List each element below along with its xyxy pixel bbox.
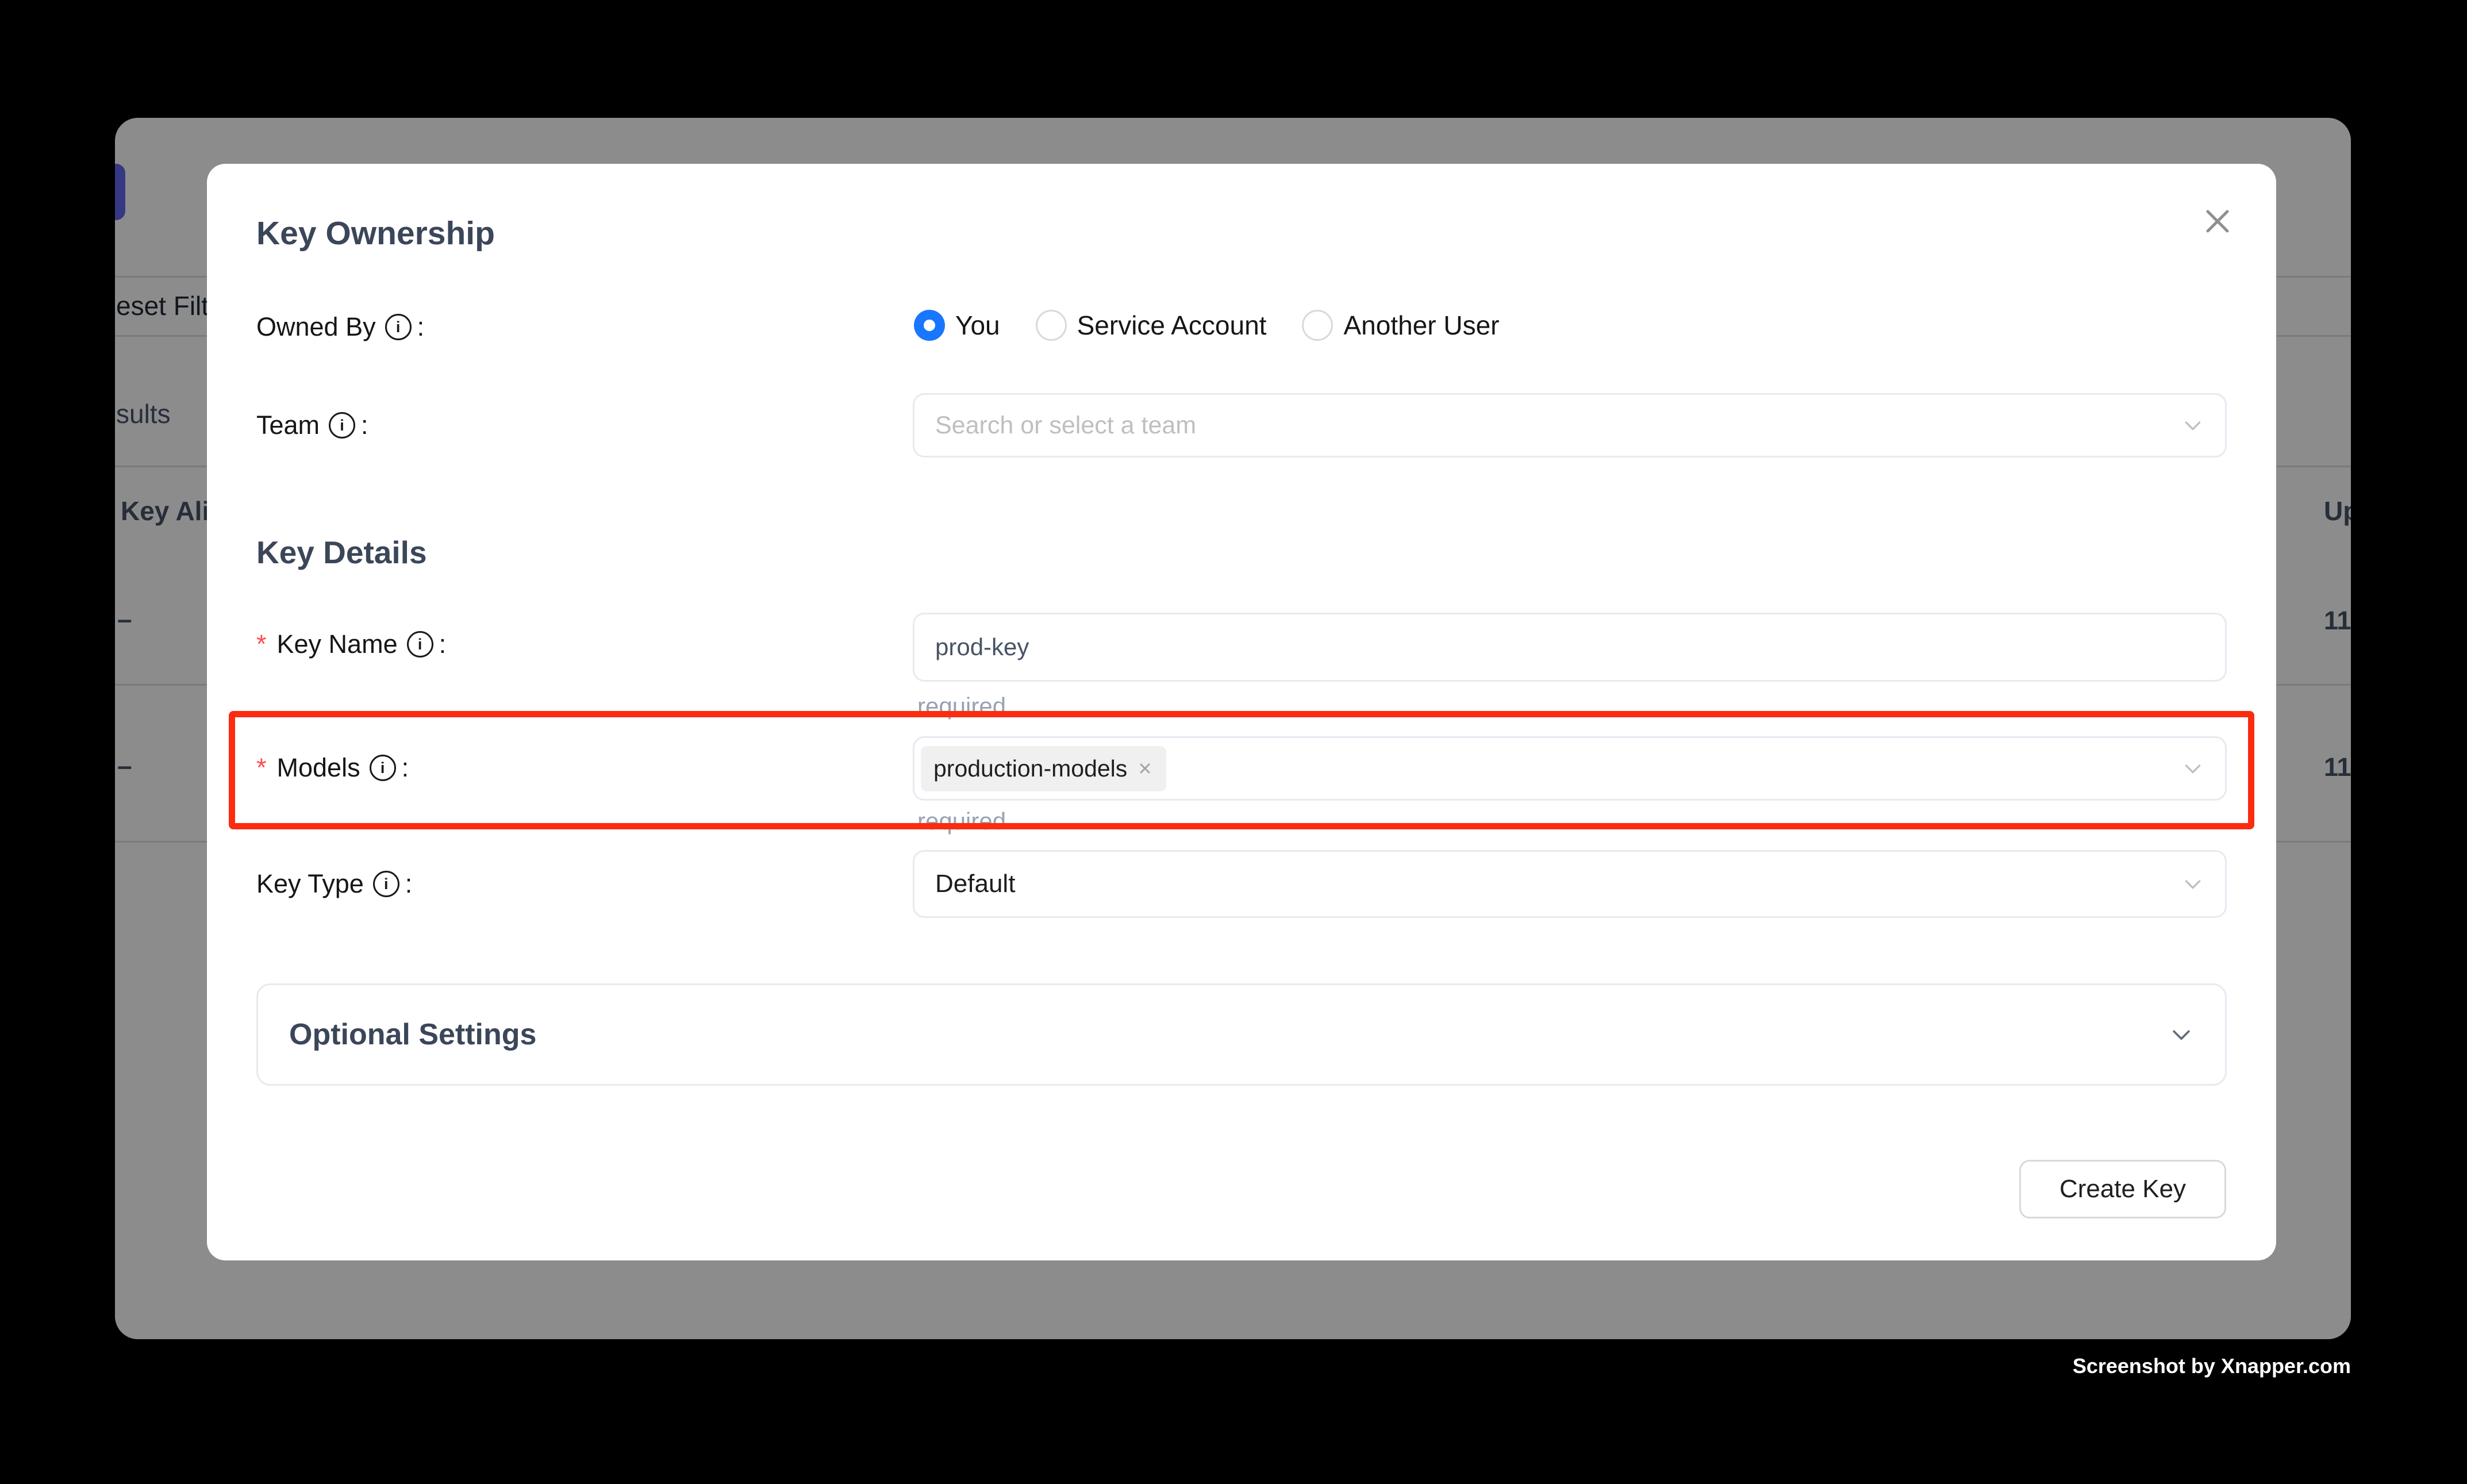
key-name-input[interactable]: prod-key — [913, 613, 2227, 682]
chevron-down-icon — [2181, 414, 2204, 437]
key-type-value: Default — [935, 870, 1015, 898]
key-name-label: * Key Name i : — [256, 628, 446, 661]
create-key-modal: Key Ownership Owned By i : You Service A… — [207, 164, 2276, 1260]
radio-option-another-user[interactable]: Another User — [1302, 310, 1499, 341]
info-circle-icon: i — [385, 314, 412, 340]
chevron-down-icon — [2181, 872, 2204, 895]
models-select[interactable]: production-models — [913, 736, 2227, 801]
models-label: * Models i : — [256, 751, 409, 785]
watermark-credit: Screenshot by Xnapper.com — [2073, 1354, 2351, 1378]
info-circle-icon: i — [370, 755, 396, 781]
key-name-validation: required — [917, 693, 1006, 720]
required-asterisk: * — [256, 753, 267, 783]
owned-by-radio-group: You Service Account Another User — [914, 310, 1499, 341]
team-label: Team i : — [256, 409, 368, 442]
required-asterisk: * — [256, 629, 267, 659]
close-icon[interactable] — [2197, 201, 2238, 242]
chevron-down-icon — [2169, 1022, 2194, 1047]
radio-unselected-icon — [1036, 310, 1067, 341]
model-tag: production-models — [921, 746, 1166, 791]
radio-option-you[interactable]: You — [914, 310, 1000, 341]
radio-selected-icon — [914, 310, 945, 341]
key-name-value: prod-key — [935, 633, 1029, 661]
team-select[interactable]: Search or select a team — [913, 393, 2227, 457]
radio-unselected-icon — [1302, 310, 1333, 341]
key-type-label: Key Type i : — [256, 867, 412, 901]
key-details-title: Key Details — [256, 534, 427, 571]
modal-title: Key Ownership — [256, 214, 495, 252]
tag-remove-x-icon[interactable] — [1136, 760, 1154, 777]
create-key-button[interactable]: Create Key — [2019, 1160, 2226, 1218]
info-circle-icon: i — [407, 631, 433, 658]
info-circle-icon: i — [373, 871, 399, 897]
radio-option-service-account[interactable]: Service Account — [1036, 310, 1267, 341]
key-type-select[interactable]: Default — [913, 850, 2227, 918]
owned-by-label: Owned By i : — [256, 310, 424, 344]
chevron-down-icon — [2181, 757, 2204, 780]
optional-settings-toggle[interactable]: Optional Settings — [256, 983, 2227, 1086]
models-validation: required — [917, 808, 1006, 835]
info-circle-icon: i — [329, 412, 355, 439]
